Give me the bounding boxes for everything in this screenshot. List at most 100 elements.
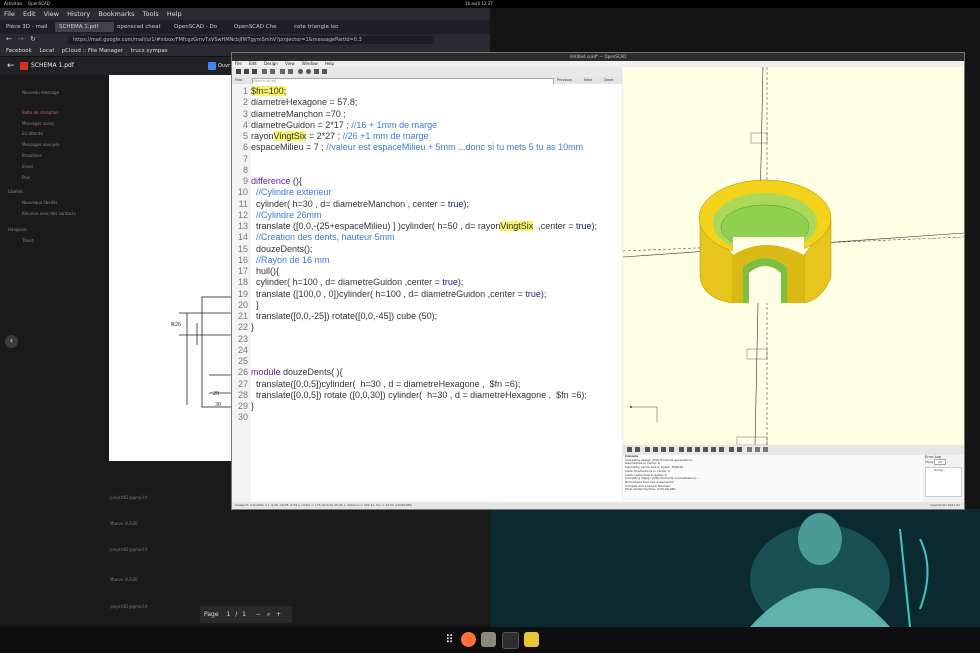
- perspective-icon[interactable]: [729, 447, 734, 452]
- files-icon[interactable]: [481, 632, 496, 647]
- 3d-viewport[interactable]: [623, 67, 964, 445]
- mail-row[interactable]: pieyklt82@gmail.fr: [110, 495, 148, 500]
- tab-openscad-cheat[interactable]: openscad cheat: [113, 22, 169, 32]
- menu-view[interactable]: View: [285, 61, 295, 66]
- code-line[interactable]: //Cylindre 26mm: [251, 210, 621, 221]
- code-line[interactable]: [251, 356, 621, 367]
- menu-help[interactable]: Help: [167, 10, 182, 18]
- menu-history[interactable]: History: [67, 10, 90, 18]
- code-line[interactable]: hull(){: [251, 266, 621, 277]
- view-right-icon[interactable]: [679, 447, 684, 452]
- sidebar-item-compose[interactable]: Nouveau message: [22, 90, 59, 95]
- view-left-icon[interactable]: [703, 447, 708, 452]
- sidebar-item-outbox[interactable]: Envoi: [22, 164, 33, 169]
- tab-schema-pdf[interactable]: SCHEMA 1.pdf: [55, 22, 114, 32]
- unindent-icon[interactable]: [280, 69, 285, 74]
- menu-bookmarks[interactable]: Bookmarks: [98, 10, 134, 18]
- show-axes-icon[interactable]: [747, 447, 752, 452]
- menu-file[interactable]: File: [235, 61, 242, 66]
- view-front-icon[interactable]: [711, 447, 716, 452]
- sidebar-item-inbox[interactable]: Boîte de réception: [22, 110, 59, 115]
- preview-icon[interactable]: [298, 69, 303, 74]
- code-line[interactable]: diametreManchon =70 ;: [251, 109, 621, 120]
- sidebar-item-snoozed[interactable]: En attente: [22, 131, 43, 136]
- code-line[interactable]: cylinder( h=100 , d= diametreGuidon ,cen…: [251, 277, 621, 288]
- code-line[interactable]: diametreHexagone = 57.8;: [251, 97, 621, 108]
- clock[interactable]: 16 avril 12:27: [465, 0, 493, 8]
- code-line[interactable]: translate ([100,0 , 0])cylinder( h=100 ,…: [251, 289, 621, 300]
- view-all-icon[interactable]: [645, 447, 650, 452]
- terminal-icon[interactable]: [502, 632, 519, 649]
- url-field[interactable]: https://mail.google.com/mail/u/1/#inbox/…: [68, 36, 433, 44]
- code-line[interactable]: translate ([0,0,-(25+espaceMilieu) ] )cy…: [251, 221, 621, 232]
- new-file-icon[interactable]: [236, 69, 241, 74]
- code-line[interactable]: douzeDents();: [251, 244, 621, 255]
- code-line[interactable]: rayonVingtSix = 2*27 ; //26 +1 mm de mar…: [251, 131, 621, 142]
- indent-icon[interactable]: [288, 69, 293, 74]
- app-grid-icon[interactable]: ⠿: [442, 632, 457, 647]
- menu-file[interactable]: File: [4, 10, 15, 18]
- sidebar-item-contact[interactable]: Tibert: [22, 238, 34, 243]
- previous-arrow-button[interactable]: ‹: [5, 335, 18, 348]
- back-icon[interactable]: ←: [6, 35, 12, 43]
- find-done-button[interactable]: Done: [604, 77, 613, 84]
- mail-row[interactable]: Manon SUSSE: [110, 577, 138, 582]
- code-line[interactable]: espaceMilieu = 7 ; //valeur est espaceMi…: [251, 142, 621, 153]
- render-view-icon[interactable]: [635, 447, 640, 452]
- menu-edit[interactable]: Edit: [23, 10, 36, 18]
- zoom-out-icon[interactable]: [661, 447, 666, 452]
- code-line[interactable]: translate([0,0,5])cylinder( h=30 , d = d…: [251, 379, 621, 390]
- tab-openscad-doc[interactable]: OpenSCAD - Do: [170, 22, 229, 32]
- open-with-label[interactable]: Ouvr: [218, 57, 230, 75]
- save-icon[interactable]: [252, 69, 257, 74]
- code-editor[interactable]: 1 $fn=100; 2 diametreHexagone = 57.8; 3 diame…: [232, 84, 622, 502]
- orthogonal-icon[interactable]: [737, 447, 742, 452]
- menu-help[interactable]: Help: [325, 61, 334, 66]
- bookmark-facebook[interactable]: Facebook: [6, 48, 32, 54]
- bookmark-trucs[interactable]: trucs sympas: [131, 48, 168, 54]
- mail-row[interactable]: pieyklt82@gmail.fr: [110, 604, 148, 609]
- print-icon[interactable]: [322, 69, 327, 74]
- sidebar-item-sent[interactable]: Messages envoyés: [22, 142, 60, 147]
- code-line[interactable]: }: [251, 401, 621, 412]
- sidebar-item-more[interactable]: Plus: [22, 175, 30, 180]
- sidebar-item-new-labels[interactable]: Nouveaux libellés: [22, 200, 57, 205]
- mail-row[interactable]: pieyklt82@gmail.fr: [110, 547, 148, 552]
- openscad-icon[interactable]: [524, 632, 539, 647]
- reset-view-icon[interactable]: [669, 447, 674, 452]
- zoom-in-icon[interactable]: +: [276, 611, 281, 618]
- code-line[interactable]: $fn=100;: [251, 86, 621, 97]
- code-line[interactable]: [251, 345, 621, 356]
- code-line[interactable]: //Creation des dents, hauteur 5mm: [251, 232, 621, 243]
- sidebar-item-drafts[interactable]: Brouillons: [22, 153, 42, 158]
- pager-current[interactable]: 1: [226, 611, 230, 618]
- back-arrow-icon[interactable]: ←: [7, 57, 15, 75]
- error-log-filter-select[interactable]: All: [934, 459, 946, 465]
- menu-edit[interactable]: Edit: [249, 61, 257, 66]
- render-icon[interactable]: [306, 69, 311, 74]
- code-line[interactable]: [251, 334, 621, 345]
- view-bottom-icon[interactable]: [695, 447, 700, 452]
- code-line[interactable]: diametreGuidon = 2*17 ; //16 + 1mm de ma…: [251, 120, 621, 131]
- open-file-icon[interactable]: [244, 69, 249, 74]
- menu-design[interactable]: Design: [264, 61, 278, 66]
- view-back-icon[interactable]: [719, 447, 724, 452]
- sidebar-item-meet[interactable]: Réunion avec des contacts: [22, 211, 76, 216]
- code-line[interactable]: }: [251, 300, 621, 311]
- code-line[interactable]: [251, 165, 621, 176]
- menu-view[interactable]: View: [44, 10, 59, 18]
- code-line[interactable]: module douzeDents( ){: [251, 367, 621, 378]
- code-line[interactable]: }: [251, 322, 621, 333]
- code-line[interactable]: [251, 154, 621, 165]
- code-line[interactable]: cylinder( h=30 , d= diametreManchon , ce…: [251, 199, 621, 210]
- menu-window[interactable]: Window: [302, 61, 318, 66]
- preview-view-icon[interactable]: [627, 447, 632, 452]
- tab-openscad-cheat-2[interactable]: OpenSCAD Che: [230, 22, 289, 32]
- sidebar-item-starred[interactable]: Messages suivis: [22, 121, 54, 126]
- bookmark-local[interactable]: Local: [40, 48, 54, 54]
- undo-icon[interactable]: [262, 69, 267, 74]
- find-next-button[interactable]: Next: [584, 77, 592, 84]
- activities-button[interactable]: Activities: [4, 0, 22, 8]
- firefox-icon[interactable]: [461, 632, 476, 647]
- open-with-icon[interactable]: [208, 62, 216, 70]
